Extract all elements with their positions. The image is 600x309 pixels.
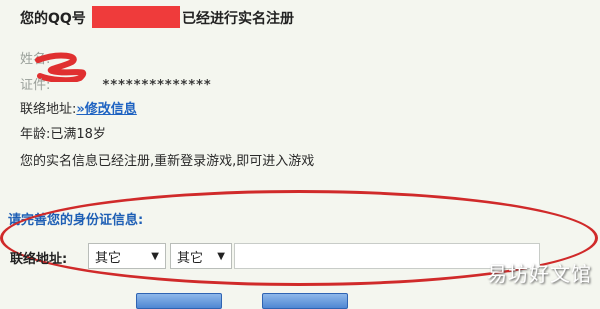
submit-button[interactable] xyxy=(136,293,222,309)
id-label: 证件: xyxy=(20,78,51,93)
notice-text: 您的实名信息已经注册,重新登录游戏,即可进入游戏 xyxy=(20,154,315,169)
registration-status-suffix: 已经进行实名注册 xyxy=(182,8,294,28)
province-select[interactable]: 其它 ▼ xyxy=(88,243,166,269)
dropdown-arrow-icon: ▼ xyxy=(217,250,225,262)
redacted-qq-number xyxy=(92,6,180,28)
city-select[interactable]: 其它 ▼ xyxy=(170,243,232,269)
header-suffix: 已经进行实名注册 xyxy=(182,11,294,27)
edit-info-link[interactable]: »修改信息 xyxy=(76,102,136,117)
age-text: 年龄:已满18岁 xyxy=(20,127,106,142)
registration-status-header: 您的QQ号 xyxy=(20,8,86,28)
contact-label: 联络地址: xyxy=(20,102,77,117)
age-row: 年龄:已满18岁 xyxy=(20,123,106,142)
notice-row: 您的实名信息已经注册,重新登录游戏,即可进入游戏 xyxy=(20,150,314,169)
contact-row: 联络地址:»修改信息 xyxy=(20,98,137,117)
id-row: 证件: ************** xyxy=(20,74,212,93)
dropdown-arrow-icon: ▼ xyxy=(151,250,159,262)
address-label: 联络地址: xyxy=(10,252,68,267)
site-watermark: 易坊好文馆 xyxy=(487,262,592,286)
real-name-registration-panel: 您的QQ号 已经进行实名注册 姓名: 证件: ************** 联络… xyxy=(0,0,600,309)
header-prefix: 您的QQ号 xyxy=(20,11,86,27)
id-masked-value: ************** xyxy=(102,78,212,93)
province-select-value: 其它 xyxy=(95,250,122,266)
cancel-button[interactable] xyxy=(262,293,348,309)
city-select-value: 其它 xyxy=(177,250,204,266)
